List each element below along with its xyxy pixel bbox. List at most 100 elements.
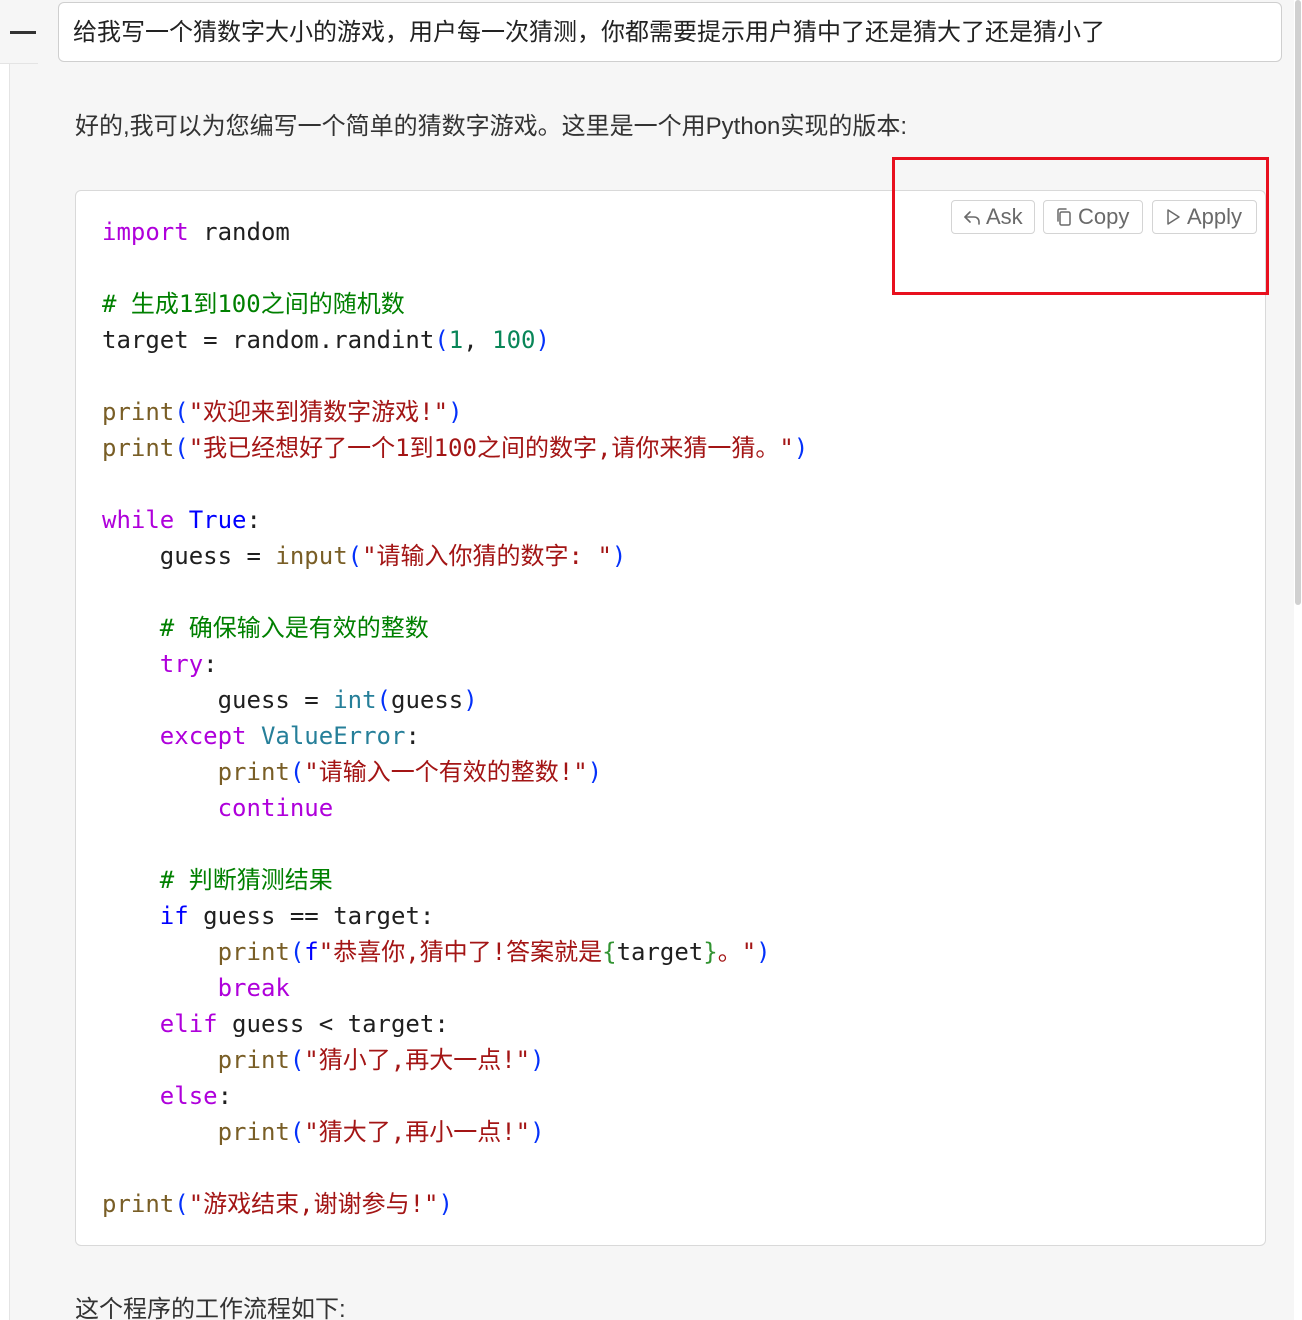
code-line: print(f"恭喜你,猜中了!答案就是{target}。") bbox=[102, 934, 808, 970]
code-token: guess == target: bbox=[188, 902, 435, 930]
code-token: import bbox=[102, 218, 189, 246]
collapse-icon[interactable] bbox=[10, 31, 36, 34]
annotation-highlight-box bbox=[892, 157, 1269, 295]
code-line: import random bbox=[102, 214, 808, 250]
code-token: print bbox=[102, 434, 175, 462]
code-token: break bbox=[217, 974, 290, 1002]
code-token: target bbox=[616, 938, 704, 966]
code-token: input bbox=[275, 542, 348, 570]
code-token: "恭喜你,猜中了!答案就是 bbox=[318, 938, 603, 966]
code-token: ( bbox=[289, 938, 305, 966]
code-line: try: bbox=[102, 646, 808, 682]
code-token: : bbox=[246, 506, 261, 534]
scrollbar-thumb[interactable] bbox=[1295, 0, 1301, 605]
code-token: ) bbox=[448, 398, 463, 426]
code-line: else: bbox=[102, 1078, 808, 1114]
code-token: print bbox=[217, 758, 290, 786]
code-token: try bbox=[159, 650, 204, 678]
code-token: elif bbox=[159, 1010, 218, 1038]
code-token: ( bbox=[376, 686, 391, 714]
code-token: # 判断猜测结果 bbox=[159, 866, 333, 894]
code-token: ) bbox=[530, 1118, 545, 1146]
code-token: ( bbox=[434, 326, 449, 354]
code-line: while True: bbox=[102, 502, 808, 538]
code-token: int bbox=[333, 686, 377, 714]
code-token: target = random.randint bbox=[102, 326, 435, 354]
code-token: 1 bbox=[448, 326, 464, 354]
code-token: if bbox=[159, 902, 189, 930]
code-token: : bbox=[405, 722, 420, 750]
code-token: 。" bbox=[717, 938, 757, 966]
code-line: elif guess < target: bbox=[102, 1006, 808, 1042]
code-token: # 确保输入是有效的整数 bbox=[159, 614, 429, 642]
code-token: "欢迎来到猜数字游戏!" bbox=[188, 398, 449, 426]
scrollbar[interactable] bbox=[1294, 0, 1302, 1320]
code-line: print("游戏结束,谢谢参与!") bbox=[102, 1186, 808, 1222]
user-message: 给我写一个猜数字大小的游戏，用户每一次猜测，你都需要提示用户猜中了还是猜大了还是… bbox=[58, 2, 1282, 62]
code-token: continue bbox=[217, 794, 334, 822]
code-token: ( bbox=[289, 758, 305, 786]
code-token: ( bbox=[174, 398, 189, 426]
code-token: ) bbox=[793, 434, 809, 462]
code-token: ) bbox=[530, 1046, 545, 1074]
code-line: target = random.randint(1, 100) bbox=[102, 322, 808, 358]
code-line: except ValueError: bbox=[102, 718, 808, 754]
code-token: ( bbox=[174, 434, 189, 462]
code-token: print bbox=[217, 938, 290, 966]
code-token: random bbox=[188, 218, 290, 246]
code-token: "请输入你猜的数字: " bbox=[362, 542, 612, 570]
code-block: import random # 生成1到100之间的随机数 target = ra… bbox=[75, 190, 1266, 1246]
code-token: ) bbox=[463, 686, 478, 714]
code-token: ( bbox=[347, 542, 363, 570]
code-line: # 判断猜测结果 bbox=[102, 862, 808, 898]
code-token: ) bbox=[611, 542, 627, 570]
code-token: 100 bbox=[492, 326, 536, 354]
code-token: print bbox=[102, 1190, 175, 1218]
code-line: # 生成1到100之间的随机数 bbox=[102, 286, 808, 322]
code-token: print bbox=[217, 1118, 290, 1146]
code-token: "我已经想好了一个1到100之间的数字,请你来猜一猜。" bbox=[188, 434, 794, 462]
code-token: } bbox=[703, 938, 718, 966]
code-line: if guess == target: bbox=[102, 898, 808, 934]
code-token: ( bbox=[289, 1118, 305, 1146]
code-token: guess < target: bbox=[217, 1010, 449, 1038]
code-token: while bbox=[102, 506, 175, 534]
code-token: guess = bbox=[102, 542, 276, 570]
code-token: ( bbox=[174, 1190, 189, 1218]
code-token: else bbox=[159, 1082, 218, 1110]
code-token: print bbox=[217, 1046, 290, 1074]
code-token: ) bbox=[756, 938, 771, 966]
code-token: "猜大了,再小一点!" bbox=[304, 1118, 531, 1146]
code-token: , bbox=[463, 326, 493, 354]
code-token: print bbox=[102, 398, 175, 426]
code-token: True bbox=[188, 506, 247, 534]
code-token: ) bbox=[587, 758, 603, 786]
code-token: except bbox=[159, 722, 247, 750]
code-token: : bbox=[203, 650, 218, 678]
code-token: ) bbox=[535, 326, 550, 354]
left-rail bbox=[0, 0, 38, 1320]
code-line: print("我已经想好了一个1到100之间的数字,请你来猜一猜。") bbox=[102, 430, 808, 466]
code-line: print("欢迎来到猜数字游戏!") bbox=[102, 394, 808, 430]
code-token: : bbox=[217, 1082, 233, 1110]
code-line: guess = int(guess) bbox=[102, 682, 808, 718]
